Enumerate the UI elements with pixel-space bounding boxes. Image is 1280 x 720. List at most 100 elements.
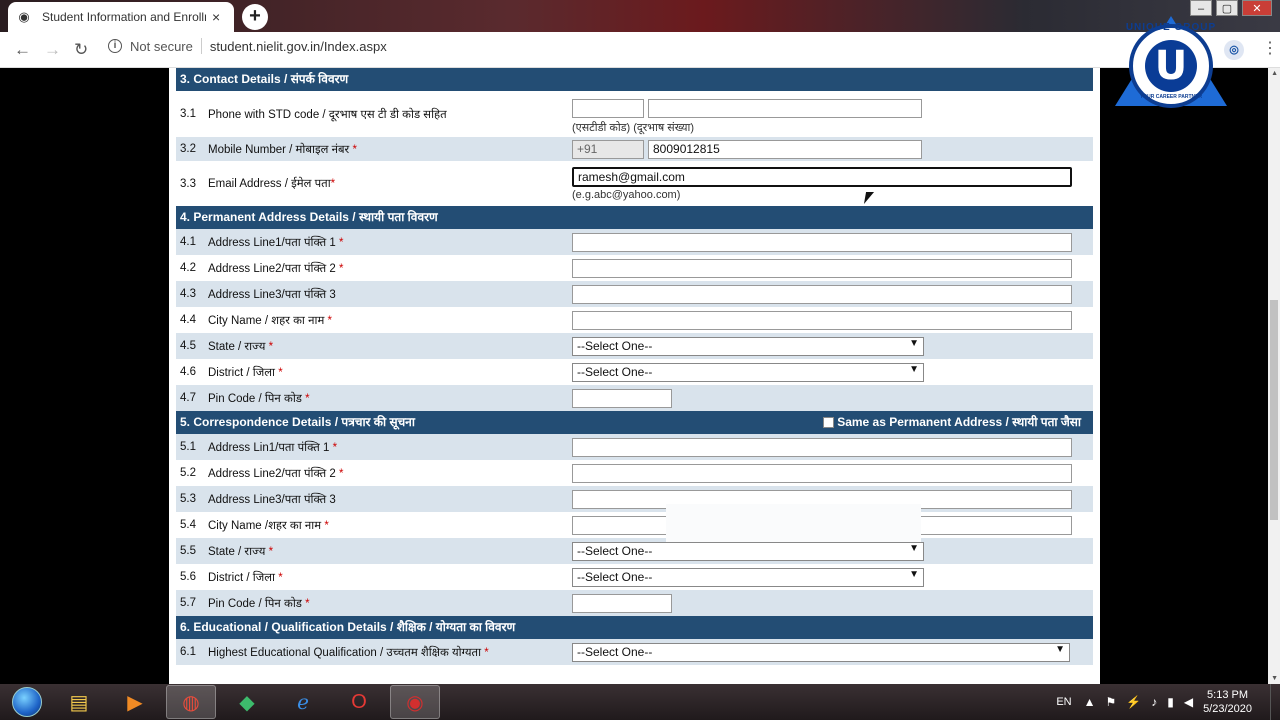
menu-icon[interactable]: ⋮	[1262, 38, 1278, 58]
forward-arrow-icon[interactable]: →	[44, 40, 61, 60]
row-number: 4.4	[180, 314, 196, 326]
corr-address-line1-input[interactable]	[572, 437, 1072, 457]
language-indicator[interactable]: EN	[1056, 696, 1071, 708]
file-explorer-icon[interactable]: ▤	[54, 685, 104, 719]
row-number: 5.5	[180, 545, 196, 557]
form-row-corr-state: 5.5 State / राज्य * --Select One-- ▼	[176, 538, 1093, 564]
scroll-down-icon[interactable]: ▼	[1271, 675, 1278, 682]
section-contact-header: 3. Contact Details / संपर्क विवरण	[176, 68, 1093, 91]
form-row-perm-district: 4.6 District / जिला * --Select One-- ▼	[176, 359, 1093, 385]
volume-icon[interactable]: ♪	[1151, 695, 1157, 709]
row-label: Address Line1/पता पंक्ति 1 *	[208, 235, 572, 250]
show-desktop-button[interactable]	[1270, 684, 1280, 720]
scroll-up-icon[interactable]: ▲	[1271, 70, 1278, 77]
field-cell	[572, 437, 1093, 457]
close-window-button[interactable]: ✕	[1242, 0, 1272, 16]
section-education-header: 6. Educational / Qualification Details /…	[176, 616, 1093, 639]
tab-close-icon[interactable]: ×	[212, 9, 220, 25]
extension-icon[interactable]: ◎	[1224, 40, 1244, 60]
windows-taskbar: ▤ ▶ ◍ ◆ ℯ O ◉ EN ▲ ⚑ ⚡ ♪ ▮ ◀ 5:13 PM 5/2…	[0, 684, 1280, 720]
globe-icon: ◉	[18, 9, 30, 24]
required-mark: *	[330, 178, 336, 190]
tray-expand-icon[interactable]: ▲	[1084, 695, 1096, 709]
highest-qualification-select[interactable]: --Select One-- ▼	[572, 642, 1070, 662]
required-mark: *	[278, 571, 283, 584]
label-text: State / राज्य	[208, 545, 266, 558]
perm-district-select[interactable]: --Select One-- ▼	[572, 362, 924, 382]
field-cell	[572, 284, 1093, 304]
info-icon[interactable]: i	[108, 39, 122, 53]
start-button[interactable]	[6, 685, 48, 719]
form-row-partial	[176, 665, 1093, 684]
url-text[interactable]: student.nielit.gov.in/Index.aspx	[210, 39, 387, 54]
page-scrollbar[interactable]: ▲ ▼	[1268, 68, 1280, 684]
row-number: 5.1	[180, 441, 196, 453]
perm-address-line3-input[interactable]	[572, 284, 1072, 304]
browser-tab[interactable]: ◉ Student Information and Enrollm ×	[8, 2, 234, 32]
row-number: 3.2	[180, 143, 196, 155]
omnibox[interactable]: i Not secure student.nielit.gov.in/Index…	[108, 38, 387, 54]
clock[interactable]: 5:13 PM 5/23/2020	[1203, 688, 1252, 716]
power-icon[interactable]: ⚡	[1126, 695, 1141, 709]
internet-explorer-icon[interactable]: ℯ	[278, 685, 328, 719]
reload-icon[interactable]: ↻	[74, 40, 88, 60]
media-player-icon[interactable]: ▶	[110, 685, 160, 719]
phone-field-group: (एसटीडी कोड) (दूरभाष संख्या)	[572, 93, 1093, 135]
label-text: Address Line2/पता पंक्ति 2	[208, 262, 336, 275]
corr-address-line2-input[interactable]	[572, 463, 1072, 483]
back-arrow-icon[interactable]: ←	[14, 40, 31, 60]
form-row-corr-line3: 5.3 Address Line3/पता पंक्ति 3	[176, 486, 1093, 512]
perm-city-input[interactable]	[572, 310, 1072, 330]
std-code-input[interactable]	[572, 99, 644, 118]
chrome-icon[interactable]: ◍	[166, 685, 216, 719]
address-bar: ← → ↻ i Not secure student.nielit.gov.in…	[0, 32, 1280, 68]
perm-address-line2-input[interactable]	[572, 258, 1072, 278]
opera-icon[interactable]: O	[334, 685, 384, 719]
blank-overlay	[666, 504, 921, 542]
label-text: City Name /शहर का नाम	[208, 519, 322, 532]
label-text: Pin Code / पिन कोड	[208, 597, 302, 610]
email-input[interactable]: ramesh@gmail.com	[572, 166, 1072, 187]
row-label: State / राज्य *	[208, 544, 572, 559]
corr-state-select[interactable]: --Select One-- ▼	[572, 541, 924, 561]
recorder-icon[interactable]: ◉	[390, 685, 440, 719]
select-value: --Select One--	[577, 569, 653, 584]
form-row-perm-pin: 4.7 Pin Code / पिन कोड *	[176, 385, 1093, 411]
select-value: --Select One--	[577, 543, 653, 558]
perm-address-line1-input[interactable]	[572, 232, 1072, 252]
perm-pin-input[interactable]	[572, 388, 672, 408]
same-as-permanent-toggle[interactable]: Same as Permanent Address / स्थायी पता ज…	[823, 411, 1081, 434]
mobile-input[interactable]: 8009012815	[648, 139, 922, 159]
phone-number-input[interactable]	[648, 99, 922, 118]
security-label: Not secure	[130, 38, 193, 54]
row-label: Phone with STD code / दूरभाष एस टी डी को…	[208, 108, 447, 121]
field-cell	[572, 258, 1093, 278]
corr-pin-input[interactable]	[572, 593, 672, 613]
chevron-down-icon: ▼	[909, 363, 919, 375]
perm-state-select[interactable]: --Select One-- ▼	[572, 336, 924, 356]
label-text: Mobile Number / मोबाइल नंबर	[208, 143, 350, 156]
browser-tab-strip: ◉ Student Information and Enrollm × + ‒ …	[0, 0, 1280, 32]
new-tab-button[interactable]: +	[242, 4, 268, 30]
row-number: 4.2	[180, 262, 196, 274]
row-number: 3.1	[180, 108, 196, 120]
section-title: 5. Correspondence Details / पत्रचार की स…	[180, 415, 415, 429]
email-hint: (e.g.abc@yahoo.com)	[572, 188, 681, 201]
field-cell: --Select One-- ▼	[572, 336, 1093, 356]
required-mark: *	[324, 519, 329, 532]
label-text: State / राज्य	[208, 340, 266, 353]
field-cell	[572, 232, 1093, 252]
row-number: 5.6	[180, 571, 196, 583]
action-center-icon[interactable]: ⚑	[1106, 695, 1117, 709]
app-green-icon[interactable]: ◆	[222, 685, 272, 719]
speaker-icon[interactable]: ◀	[1184, 695, 1193, 709]
scrollbar-thumb[interactable]	[1270, 300, 1278, 520]
form-row-mobile: 3.2 Mobile Number / मोबाइल नंबर * +91 80…	[176, 137, 1093, 161]
corr-district-select[interactable]: --Select One-- ▼	[572, 567, 924, 587]
mobile-field-group: +91 8009012815	[572, 139, 1093, 159]
logo-top-text: UNIQUE GROUP	[1125, 22, 1217, 33]
form-row-corr-line1: 5.1 Address Lin1/पता पंक्ति 1 *	[176, 434, 1093, 460]
same-as-permanent-checkbox[interactable]	[823, 417, 835, 428]
required-mark: *	[327, 314, 333, 327]
network-icon[interactable]: ▮	[1167, 695, 1174, 709]
